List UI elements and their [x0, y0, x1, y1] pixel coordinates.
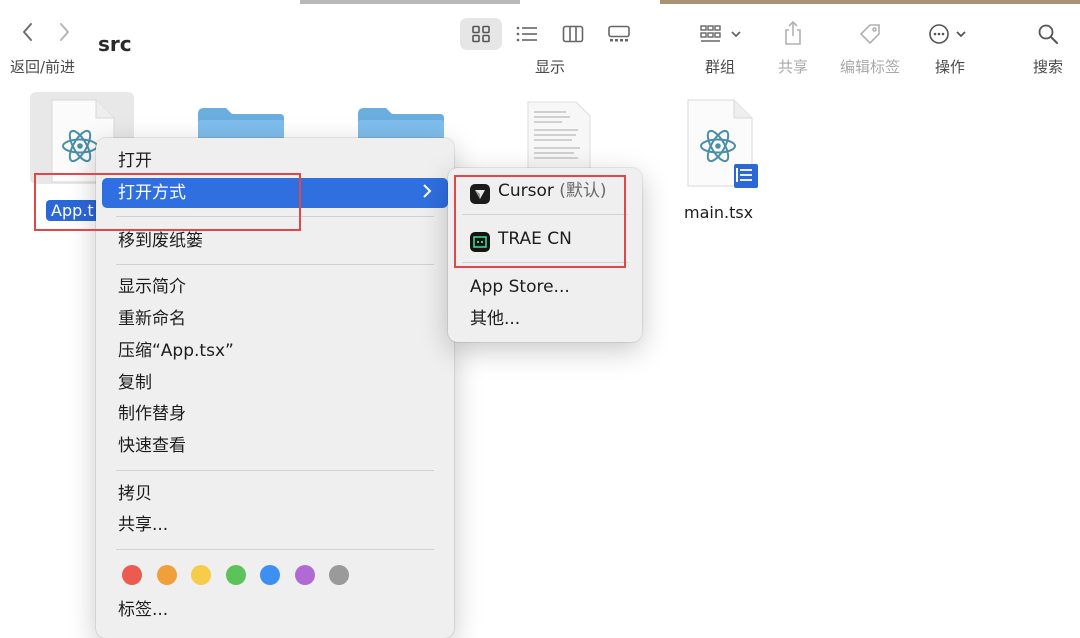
list-view-button[interactable]	[506, 18, 548, 50]
share-label: 共享	[777, 58, 808, 76]
tag-color-green[interactable]	[225, 565, 246, 585]
menu-separator	[116, 264, 434, 265]
tag-color-orange[interactable]	[156, 565, 177, 585]
forward-chevron-icon[interactable]	[52, 22, 76, 46]
menu-item-rename[interactable]: 重新命名	[102, 304, 448, 334]
tag-color-red[interactable]	[122, 565, 142, 585]
menu-separator	[116, 549, 434, 550]
menu-item-compress[interactable]: 压缩“App.tsx”	[102, 336, 448, 366]
submenu-item-other[interactable]: 其他...	[454, 304, 636, 334]
menu-item-duplicate[interactable]: 复制	[102, 368, 448, 398]
search-icon[interactable]	[1034, 20, 1062, 48]
search-label: 搜索	[1032, 58, 1063, 76]
view-mode-group	[460, 18, 640, 52]
column-view-button[interactable]	[552, 18, 594, 50]
view-label: 显示	[534, 58, 565, 76]
actions-label: 操作	[934, 58, 965, 76]
tag-icon[interactable]	[856, 20, 884, 48]
back-forward-label: 返回/前进	[10, 58, 76, 76]
text-document-icon[interactable]	[526, 100, 592, 171]
actions-button[interactable]	[926, 20, 974, 48]
tag-color-gray[interactable]	[329, 565, 349, 585]
tag-color-blue[interactable]	[260, 565, 280, 585]
tag-color-purple[interactable]	[294, 565, 315, 585]
main-tsx-filename[interactable]: main.tsx	[684, 203, 753, 222]
tag-color-yellow[interactable]	[191, 565, 211, 585]
menu-item-open[interactable]: 打开	[102, 146, 448, 176]
back-chevron-icon[interactable]	[16, 22, 40, 46]
edit-tags-label: 编辑标签	[839, 58, 900, 76]
share-icon[interactable]	[780, 18, 806, 48]
icon-view-button[interactable]	[460, 18, 502, 50]
gallery-view-button[interactable]	[598, 18, 640, 50]
window-title: src	[98, 32, 132, 56]
annotation-highlight-box	[454, 175, 626, 268]
menu-separator	[116, 470, 434, 471]
menu-item-get-info[interactable]: 显示简介	[102, 272, 448, 302]
submenu-item-app-store[interactable]: App Store...	[454, 272, 636, 302]
menu-item-quick-look[interactable]: 快速查看	[102, 431, 448, 461]
menu-item-share[interactable]: 共享...	[102, 510, 448, 540]
menu-item-copy[interactable]: 拷贝	[102, 479, 448, 509]
menu-item-make-alias[interactable]: 制作替身	[102, 399, 448, 429]
group-button[interactable]	[696, 20, 746, 48]
main-tsx-file-icon[interactable]	[684, 98, 760, 190]
chevron-right-icon	[422, 178, 432, 208]
finder-toolbar: 返回/前进 src 显示 群组 共享 编辑标签 操作 搜索	[0, 4, 1080, 84]
group-label: 群组	[704, 58, 735, 76]
annotation-highlight-box	[34, 173, 301, 231]
menu-item-tags[interactable]: 标签...	[102, 595, 448, 625]
